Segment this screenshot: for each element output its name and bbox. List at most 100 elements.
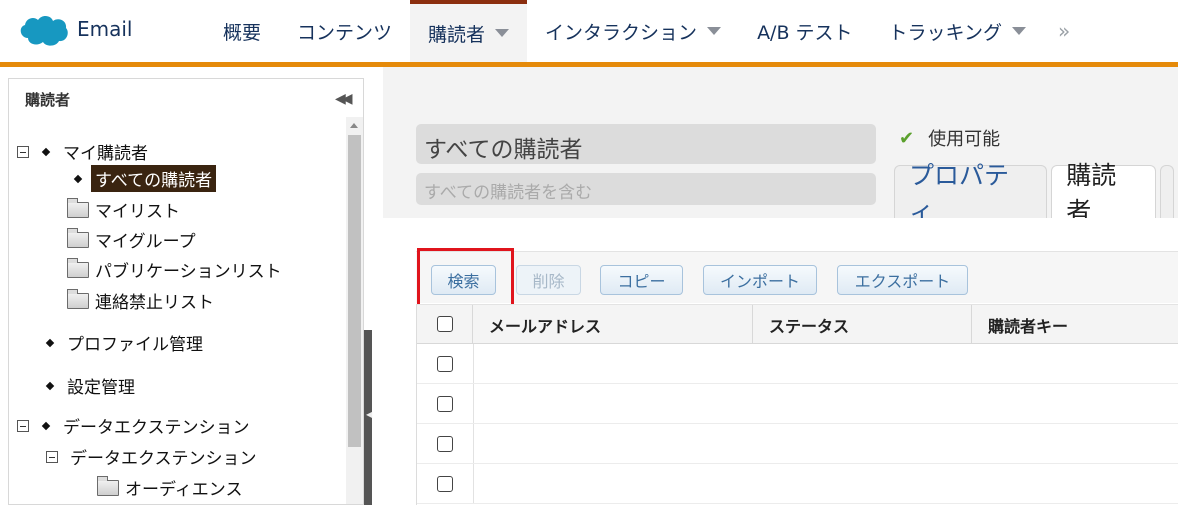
row-divider (473, 464, 474, 503)
bullet-icon (45, 381, 55, 390)
row-divider (473, 424, 474, 463)
toolbar: 検索 削除 コピー インポート エクスポート (416, 251, 1178, 303)
collapse-left-icon[interactable]: ◀◀ (335, 91, 353, 107)
row-checkbox[interactable] (437, 436, 453, 452)
highlight-box (417, 248, 514, 310)
nav-label: トラッキング (888, 21, 1002, 44)
tree-item-label: 連絡禁止リスト (95, 293, 214, 313)
subscriber-folder-panel: 購読者 ◀◀ マイ購読者 すべての購読者 マイリスト マイグループ パブリケーシ… (8, 78, 364, 505)
table-row[interactable] (417, 464, 1178, 504)
main-nav: 概要 コンテンツ 購読者 インタラクション A/B テスト トラッキング » (205, 0, 1084, 62)
delete-button[interactable]: 削除 (516, 265, 581, 295)
tab-subscribers[interactable]: 購読者 (1051, 161, 1157, 226)
check-icon: ✔ (899, 127, 915, 149)
table-row[interactable] (417, 384, 1178, 424)
tree-item-do-not-contact[interactable]: 連絡禁止リスト (67, 288, 214, 313)
table-row[interactable] (417, 344, 1178, 384)
scroll-up-arrow-icon[interactable] (350, 123, 358, 128)
tree-item-label: すべての購読者 (91, 165, 217, 192)
chevron-down-icon (495, 29, 510, 37)
main-content-area: すべての購読者 すべての購読者を含む ✔ 使用可能 プロパティ 購読者 検索 削… (383, 67, 1178, 505)
panel-header: 購読者 ◀◀ (9, 79, 363, 117)
nav-item-tracking[interactable]: トラッキング (871, 0, 1044, 62)
description-field[interactable]: すべての購読者を含む (416, 173, 876, 205)
row-divider (473, 344, 474, 383)
row-divider (473, 384, 474, 423)
export-button[interactable]: エクスポート (837, 265, 968, 295)
tree-item-profile-management[interactable]: プロファイル管理 (45, 330, 203, 355)
tree-scrollbar[interactable] (346, 117, 363, 504)
collapse-toggle-icon[interactable] (46, 450, 58, 463)
tree-item-publication-lists[interactable]: パブリケーションリスト (67, 257, 282, 282)
nav-item-overview[interactable]: 概要 (205, 0, 279, 62)
column-header-email[interactable]: メールアドレス (473, 305, 753, 344)
folder-icon (67, 257, 89, 278)
status-text: 使用可能 (928, 129, 1001, 150)
tab-next-partial[interactable] (1160, 165, 1174, 218)
tree-item-my-lists[interactable]: マイリスト (67, 197, 180, 222)
tree-item-data-extensions-root[interactable]: データエクステンション (17, 413, 250, 438)
tab-properties[interactable]: プロパティ (894, 161, 1048, 226)
tree-item-label: オーディエンス (125, 480, 243, 500)
table-row[interactable] (417, 424, 1178, 464)
app-name: Email (77, 17, 133, 41)
nav-item-interactions[interactable]: インタラクション (527, 0, 739, 62)
list-name-field[interactable]: すべての購読者 (416, 124, 876, 164)
bullet-icon (41, 147, 51, 156)
row-checkbox[interactable] (437, 396, 453, 412)
nav-item-ab-test[interactable]: A/B テスト (739, 0, 870, 62)
tab-content: 検索 削除 コピー インポート エクスポート メールアドレス ステータス 購読者… (383, 218, 1178, 505)
tree-item-label: マイグループ (95, 232, 196, 252)
nav-label: インタラクション (545, 21, 698, 44)
chevron-down-icon (707, 27, 722, 35)
tree-item-label: データエクステンション (63, 418, 250, 438)
folder-icon (67, 227, 89, 248)
collapse-toggle-icon[interactable] (17, 419, 29, 432)
tree-item-audiences[interactable]: オーディエンス (97, 475, 242, 500)
panel-splitter[interactable]: ◀ (364, 330, 372, 505)
tree-item-my-groups[interactable]: マイグループ (67, 227, 196, 252)
grip-icon: ◀ (366, 410, 373, 419)
nav-label: 購読者 (428, 23, 486, 46)
tree-item-preference-management[interactable]: 設定管理 (45, 373, 135, 398)
tree-item-label: パブリケーションリスト (95, 262, 282, 282)
bullet-icon (41, 421, 51, 430)
nav-label: A/B テスト (757, 21, 853, 44)
tree-item-label: マイリスト (95, 202, 180, 222)
select-all-header (417, 305, 473, 344)
chevron-down-icon (1011, 27, 1026, 35)
panel-title: 購読者 (25, 91, 71, 109)
bullet-icon (73, 174, 83, 183)
nav-label: コンテンツ (297, 21, 393, 44)
select-all-checkbox[interactable] (437, 316, 453, 332)
nav-label: 概要 (223, 21, 262, 44)
tree-item-label: 設定管理 (67, 378, 135, 398)
tree-item-my-subscribers[interactable]: マイ購読者 (17, 139, 148, 164)
collapse-toggle-icon[interactable] (17, 145, 29, 158)
tree-item-label: プロファイル管理 (67, 335, 203, 355)
column-header-status[interactable]: ステータス (753, 305, 972, 344)
nav-item-subscribers[interactable]: 購読者 (410, 0, 528, 62)
copy-button[interactable]: コピー (600, 265, 683, 295)
scrollbar-thumb[interactable] (348, 135, 361, 447)
tree-item-data-extensions[interactable]: データエクステンション (46, 444, 257, 469)
nav-more-button[interactable]: » (1044, 0, 1084, 62)
tree-item-label: データエクステンション (70, 449, 257, 469)
folder-icon (67, 197, 89, 218)
nav-item-content[interactable]: コンテンツ (279, 0, 410, 62)
tree-item-all-subscribers[interactable]: すべての購読者 (73, 165, 217, 192)
top-navigation-bar: Email 概要 コンテンツ 購読者 インタラクション A/B テスト トラッキ… (0, 0, 1178, 67)
bullet-icon (45, 338, 55, 347)
table-header: メールアドレス ステータス 購読者キー (417, 304, 1178, 344)
tree-item-label: マイ購読者 (63, 144, 148, 164)
subscriber-table: メールアドレス ステータス 購読者キー (416, 304, 1178, 505)
row-checkbox[interactable] (437, 356, 453, 372)
row-checkbox[interactable] (437, 476, 453, 492)
detail-tabs: プロパティ 購読者 (894, 161, 1178, 226)
import-button[interactable]: インポート (703, 265, 817, 295)
salesforce-cloud-logo (20, 15, 68, 46)
folder-icon (97, 475, 119, 496)
folder-icon (67, 288, 89, 309)
column-header-subscriber-key[interactable]: 購読者キー (972, 305, 1178, 344)
status-indicator: ✔ 使用可能 (899, 125, 1000, 151)
